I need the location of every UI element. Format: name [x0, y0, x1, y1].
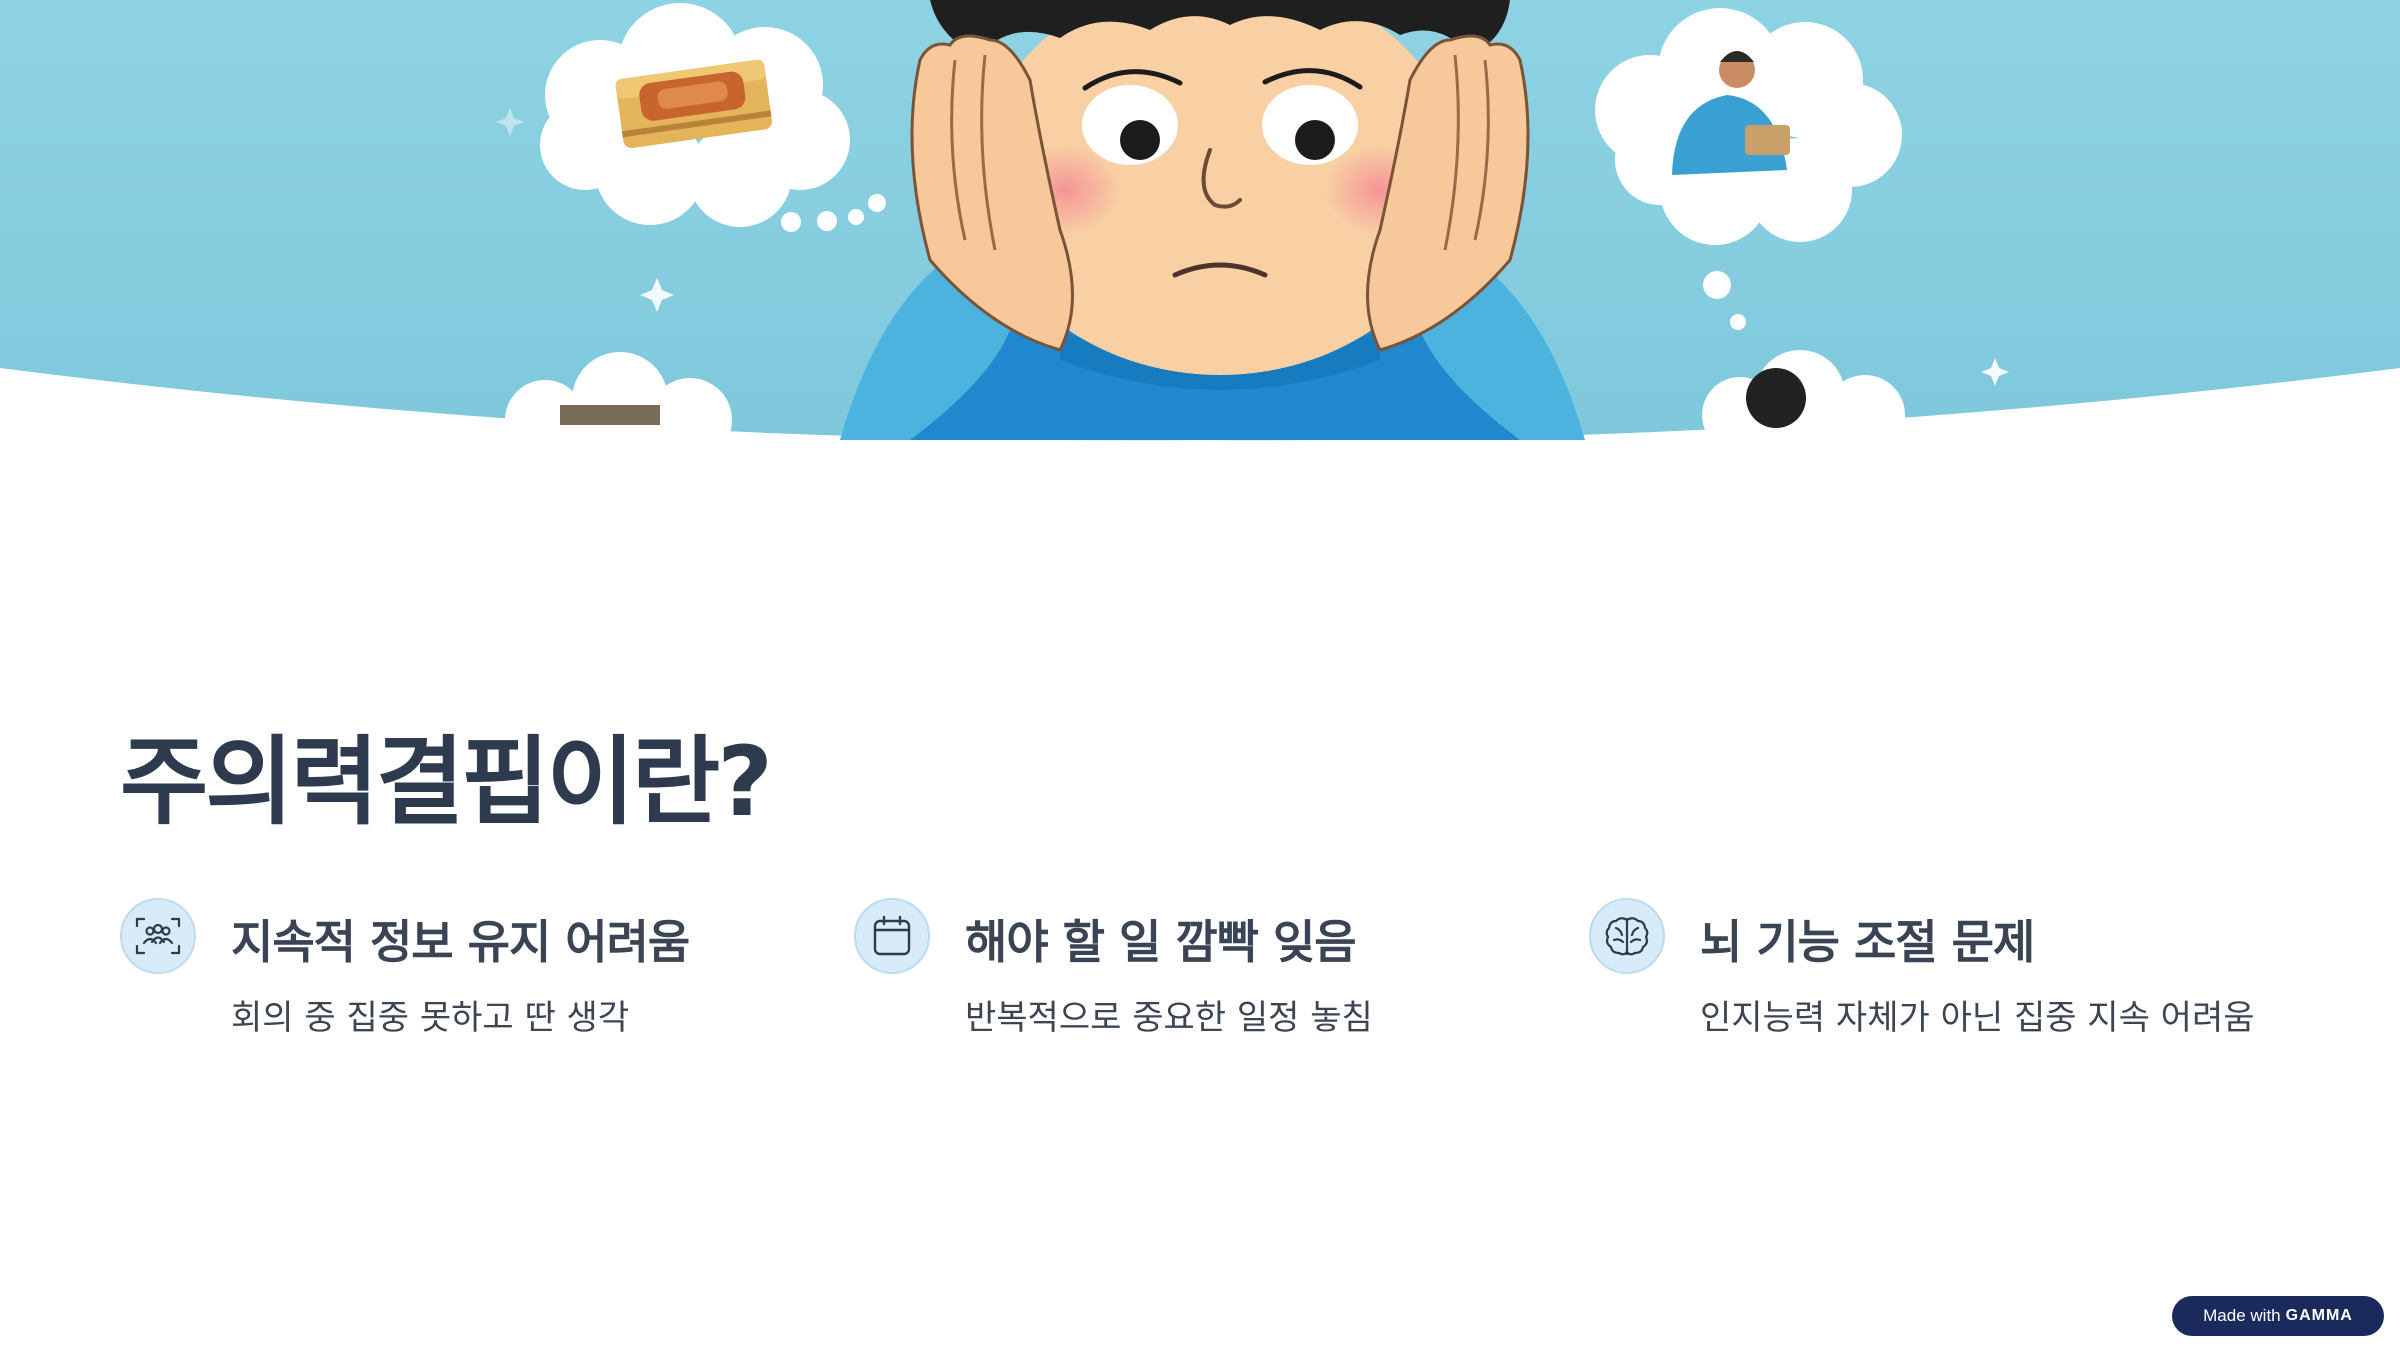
feature-description: 회의 중 집중 못하고 딴 생각: [231, 998, 630, 1038]
feature-title: 지속적 정보 유지 어려움: [231, 915, 690, 969]
slide-title: 주의력결핍이란?: [120, 726, 773, 838]
calendar-icon: [854, 898, 930, 974]
people-focus-icon: [120, 898, 196, 974]
feature-title: 뇌 기능 조절 문제: [1700, 915, 2035, 969]
feature-title: 해야 할 일 깜빡 잊음: [965, 915, 1357, 969]
feature-description: 반복적으로 중요한 일정 놓침: [965, 998, 1373, 1038]
hero-illustration: [0, 0, 2400, 450]
feature-description: 인지능력 자체가 아닌 집중 지속 어려움: [1700, 998, 2255, 1038]
gamma-logo: GAMMA: [2285, 1307, 2353, 1324]
badge-prefix: Made with: [2203, 1306, 2281, 1325]
made-with-gamma-badge[interactable]: Made with GAMMA: [2172, 1296, 2384, 1336]
brain-icon: [1589, 898, 1665, 974]
